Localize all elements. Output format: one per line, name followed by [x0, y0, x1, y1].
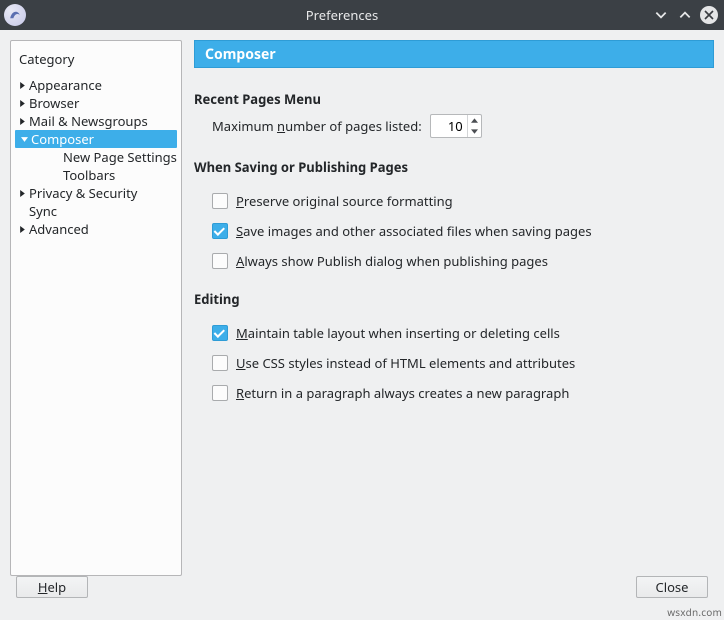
chevron-up-icon[interactable] — [676, 6, 694, 24]
sidebar-item-advanced[interactable]: Advanced — [13, 220, 179, 238]
preserve-formatting-option[interactable]: Preserve original source formatting — [212, 192, 714, 210]
sidebar-item-label: New Page Settings — [61, 148, 177, 166]
sidebar-item-sync[interactable]: Sync — [13, 202, 179, 220]
arrow-down-icon — [19, 136, 29, 143]
panel-title: Composer — [194, 40, 714, 68]
sidebar-item-label: Mail & Newsgroups — [27, 112, 148, 130]
save-images-option[interactable]: Save images and other associated files w… — [212, 222, 714, 240]
sidebar-item-label: Sync — [27, 202, 57, 220]
app-icon — [4, 4, 26, 26]
category-tree: Appearance Browser Mail & Newsgroups Com… — [11, 76, 181, 238]
settings-panel: Composer Recent Pages Menu Maximum numbe… — [194, 40, 714, 576]
always-publish-dialog-option[interactable]: Always show Publish dialog when publishi… — [212, 252, 714, 270]
checkbox-icon[interactable] — [212, 385, 228, 401]
section-recent-pages: Recent Pages Menu — [194, 90, 714, 108]
titlebar: Preferences — [0, 0, 724, 30]
sidebar-item-privacy-security[interactable]: Privacy & Security — [13, 184, 179, 202]
sidebar-item-label: Privacy & Security — [27, 184, 137, 202]
category-sidebar: Category Appearance Browser Mail & Newsg… — [10, 40, 182, 576]
spin-buttons — [467, 115, 481, 137]
window-title: Preferences — [32, 6, 652, 24]
sidebar-item-label: Composer — [29, 130, 94, 148]
section-saving-publishing: When Saving or Publishing Pages — [194, 158, 714, 176]
close-icon[interactable] — [700, 6, 718, 24]
arrow-right-icon — [17, 190, 27, 197]
arrow-right-icon — [17, 82, 27, 89]
use-css-styles-option[interactable]: Use CSS styles instead of HTML elements … — [212, 354, 714, 372]
max-pages-row: Maximum number of pages listed: — [194, 114, 714, 138]
window-controls — [652, 6, 718, 24]
arrow-right-icon — [17, 100, 27, 107]
option-label: Maintain table layout when inserting or … — [236, 324, 560, 342]
checkbox-icon[interactable] — [212, 193, 228, 209]
sidebar-item-composer[interactable]: Composer — [15, 130, 177, 148]
watermark-text: wsxdn.com — [667, 605, 722, 619]
content-area: Category Appearance Browser Mail & Newsg… — [0, 30, 724, 576]
spin-down-icon[interactable] — [468, 126, 481, 137]
sidebar-item-label: Toolbars — [61, 166, 115, 184]
maintain-table-layout-option[interactable]: Maintain table layout when inserting or … — [212, 324, 714, 342]
option-label: Always show Publish dialog when publishi… — [236, 252, 548, 270]
sidebar-item-label: Appearance — [27, 76, 102, 94]
option-label: Preserve original source formatting — [236, 192, 453, 210]
checkbox-checked-icon[interactable] — [212, 325, 228, 341]
sidebar-header: Category — [11, 43, 181, 76]
checkbox-icon[interactable] — [212, 355, 228, 371]
max-pages-label: Maximum number of pages listed: — [212, 117, 422, 135]
section-editing: Editing — [194, 290, 714, 308]
dialog-buttons: Help Close — [0, 576, 724, 610]
option-label: Use CSS styles instead of HTML elements … — [236, 354, 575, 372]
sidebar-item-label: Browser — [27, 94, 79, 112]
checkbox-icon[interactable] — [212, 253, 228, 269]
option-label: Return in a paragraph always creates a n… — [236, 384, 569, 402]
chevron-down-icon[interactable] — [652, 6, 670, 24]
max-pages-input[interactable] — [431, 115, 467, 137]
editing-options: Maintain table layout when inserting or … — [194, 314, 714, 414]
spin-up-icon[interactable] — [468, 115, 481, 126]
option-label: Save images and other associated files w… — [236, 222, 592, 240]
return-new-paragraph-option[interactable]: Return in a paragraph always creates a n… — [212, 384, 714, 402]
sidebar-item-appearance[interactable]: Appearance — [13, 76, 179, 94]
sidebar-item-browser[interactable]: Browser — [13, 94, 179, 112]
sidebar-item-new-page-settings[interactable]: New Page Settings — [13, 148, 179, 166]
sidebar-item-mail-newsgroups[interactable]: Mail & Newsgroups — [13, 112, 179, 130]
arrow-right-icon — [17, 118, 27, 125]
saving-options: Preserve original source formatting Save… — [194, 182, 714, 282]
sidebar-item-label: Advanced — [27, 220, 89, 238]
close-button[interactable]: Close — [636, 576, 708, 598]
sidebar-item-toolbars[interactable]: Toolbars — [13, 166, 179, 184]
arrow-right-icon — [17, 226, 27, 233]
max-pages-input-wrap — [430, 114, 482, 138]
checkbox-checked-icon[interactable] — [212, 223, 228, 239]
help-button[interactable]: Help — [16, 576, 88, 598]
